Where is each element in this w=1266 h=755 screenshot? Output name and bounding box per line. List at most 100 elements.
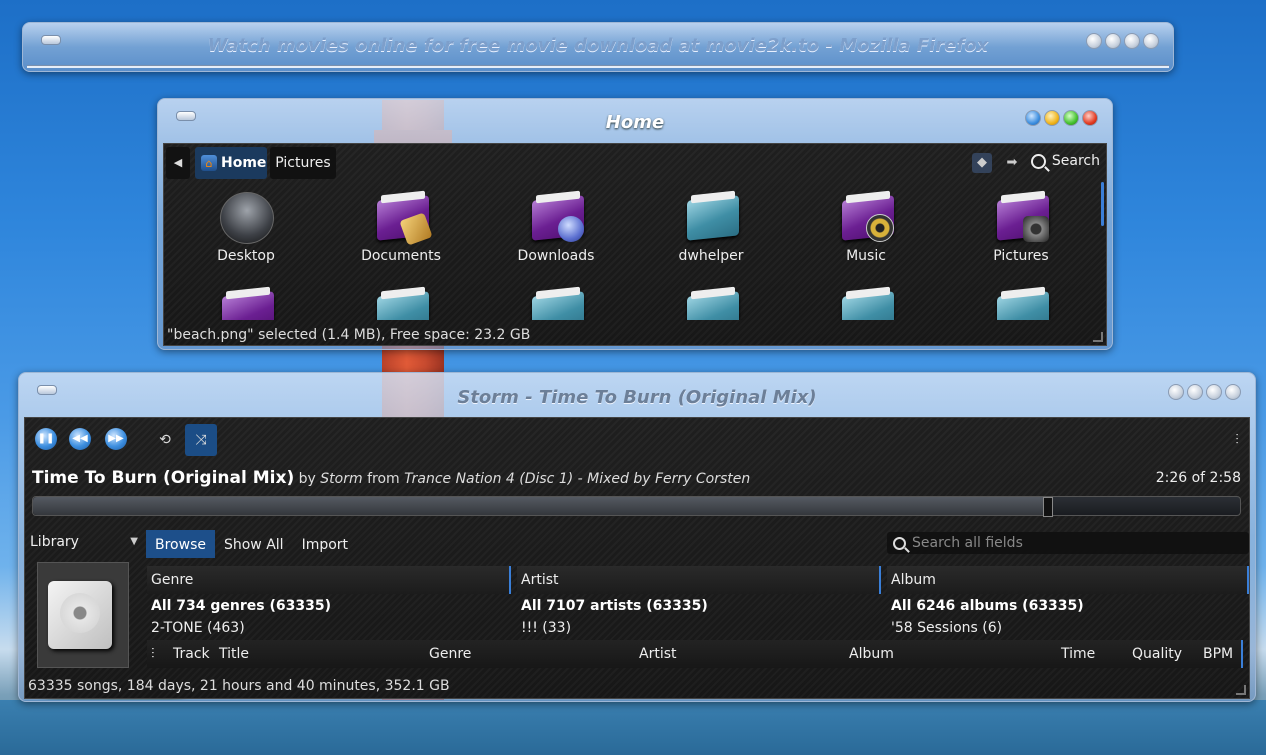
maximize-button[interactable] xyxy=(1105,33,1121,49)
search-all-fields-input[interactable]: Search all fields xyxy=(887,532,1249,554)
track-list-header: ⫶ Track Title Genre Artist Album Time Qu… xyxy=(147,640,1243,668)
folder-icon xyxy=(222,291,274,320)
file-item[interactable] xyxy=(326,288,476,320)
artist-all-row[interactable]: All 7107 artists (63335) xyxy=(517,594,881,618)
close-button[interactable] xyxy=(1225,384,1241,400)
tab-browse[interactable]: Browse xyxy=(146,530,215,558)
back-arrow-icon[interactable]: ◆ xyxy=(972,153,992,173)
col-time[interactable]: Time xyxy=(1061,640,1095,668)
window-controls xyxy=(1168,384,1241,400)
folder-icon xyxy=(532,291,584,320)
artist-row[interactable]: !!! (33) xyxy=(517,618,881,638)
col-track[interactable]: Track xyxy=(173,640,210,668)
previous-button[interactable]: ◀◀ xyxy=(69,428,91,450)
sticky-button[interactable] xyxy=(1025,110,1041,126)
file-manager-window: Home ◀ ⌂ Home Pictures ◆ ➡ Search Deskto… xyxy=(157,98,1113,350)
album-all-row[interactable]: All 6246 albums (63335) xyxy=(887,594,1249,618)
tab-import[interactable]: Import xyxy=(293,530,357,558)
forward-arrow-icon[interactable]: ➡ xyxy=(1002,153,1022,173)
library-status: 63335 songs, 184 days, 21 hours and 40 m… xyxy=(28,678,450,694)
file-item-label: Desktop xyxy=(217,248,275,264)
next-button[interactable]: ▶▶ xyxy=(105,428,127,450)
col-bpm[interactable]: BPM xyxy=(1203,640,1233,668)
col-quality[interactable]: Quality xyxy=(1132,640,1182,668)
shade-button[interactable] xyxy=(1206,384,1222,400)
file-item[interactable] xyxy=(946,288,1096,320)
home-icon: ⌂ xyxy=(201,155,217,171)
shuffle-icon[interactable]: ⤨ xyxy=(185,424,217,456)
file-item[interactable] xyxy=(791,288,941,320)
file-item-desktop[interactable]: Desktop xyxy=(171,192,321,264)
search-button[interactable]: Search xyxy=(1030,153,1100,169)
album-column-header[interactable]: Album xyxy=(887,566,1249,594)
repeat-icon[interactable]: ⟲ xyxy=(149,424,181,456)
file-item[interactable] xyxy=(636,288,786,320)
minimize-button[interactable] xyxy=(1168,384,1184,400)
equalizer-icon[interactable]: ⫶ xyxy=(1221,424,1253,456)
col-title[interactable]: Title xyxy=(219,640,249,668)
maximize-button[interactable] xyxy=(1187,384,1203,400)
file-item-music[interactable]: Music xyxy=(791,192,941,264)
minimize-button[interactable] xyxy=(1044,110,1060,126)
speaker-icon xyxy=(866,214,894,242)
now-playing-track: Time To Burn (Original Mix) xyxy=(32,468,295,488)
library-selector[interactable]: Library ▼ xyxy=(25,530,142,554)
window-controls xyxy=(1025,110,1098,126)
column-options-icon[interactable]: ⫶ xyxy=(151,640,155,668)
file-item[interactable] xyxy=(171,288,321,320)
col-artist[interactable]: Artist xyxy=(639,640,677,668)
file-item-label: Pictures xyxy=(993,248,1049,264)
file-item-label: Music xyxy=(846,248,886,264)
genre-row[interactable]: 2-TONE (463) xyxy=(147,618,511,638)
music-player-content: ❚❚ ◀◀ ▶▶ ⟲ ⤨ ⫶ Time To Burn (Original Mi… xyxy=(24,417,1250,699)
file-item-documents[interactable]: Documents xyxy=(326,192,476,264)
now-playing-by: by xyxy=(298,471,316,487)
breadcrumb-home-label: Home xyxy=(221,155,267,171)
camera-icon xyxy=(1023,216,1049,242)
chevron-down-icon: ▼ xyxy=(130,536,138,547)
folder-icon xyxy=(687,195,739,241)
browser-tabs: Browse Show All Import xyxy=(146,530,357,558)
cd-icon xyxy=(48,581,112,649)
resize-grip-icon[interactable] xyxy=(1236,685,1246,695)
breadcrumb-home[interactable]: ⌂ Home xyxy=(195,147,267,179)
genre-all-row[interactable]: All 734 genres (63335) xyxy=(147,594,511,618)
file-item[interactable] xyxy=(481,288,631,320)
file-item-downloads[interactable]: Downloads xyxy=(481,192,631,264)
pause-button[interactable]: ❚❚ xyxy=(35,428,57,450)
breadcrumb-back-button[interactable]: ◀ xyxy=(166,147,190,179)
album-row[interactable]: '58 Sessions (6) xyxy=(887,618,1249,638)
genre-column-header[interactable]: Genre xyxy=(147,566,511,594)
firefox-window-title: Watch movies online for free movie downl… xyxy=(207,35,989,56)
now-playing-from: from xyxy=(367,471,400,487)
music-player-title: Storm - Time To Burn (Original Mix) xyxy=(457,387,817,408)
now-playing-album: Trance Nation 4 (Disc 1) - Mixed by Ferr… xyxy=(404,471,751,487)
window-controls xyxy=(1086,33,1159,49)
close-button[interactable] xyxy=(1143,33,1159,49)
maximize-button[interactable] xyxy=(1063,110,1079,126)
file-item-pictures[interactable]: Pictures xyxy=(946,192,1096,264)
tab-show-all[interactable]: Show All xyxy=(215,530,293,558)
minimize-button[interactable] xyxy=(1086,33,1102,49)
col-genre[interactable]: Genre xyxy=(429,640,471,668)
music-player-window: Storm - Time To Burn (Original Mix) ❚❚ ◀… xyxy=(18,372,1256,702)
col-album[interactable]: Album xyxy=(849,640,894,668)
folder-icon xyxy=(377,291,429,320)
seek-slider[interactable] xyxy=(32,496,1241,517)
artist-column-header[interactable]: Artist xyxy=(517,566,881,594)
folder-icon xyxy=(842,291,894,320)
file-manager-title: Home xyxy=(605,112,665,133)
resize-grip-icon[interactable] xyxy=(1093,332,1103,342)
desktop-icon xyxy=(220,192,274,244)
scrollbar[interactable] xyxy=(1101,182,1104,226)
file-item-label: Documents xyxy=(361,248,441,264)
close-button[interactable] xyxy=(1082,110,1098,126)
breadcrumb-pictures[interactable]: Pictures xyxy=(270,147,336,179)
file-item-dwhelper[interactable]: dwhelper xyxy=(636,192,786,264)
time-position: 2:26 of 2:58 xyxy=(1155,470,1241,486)
seek-handle[interactable] xyxy=(1043,497,1053,517)
folder-icon xyxy=(997,291,1049,320)
library-label: Library xyxy=(30,534,79,550)
globe-icon xyxy=(558,216,584,242)
shade-button[interactable] xyxy=(1124,33,1140,49)
